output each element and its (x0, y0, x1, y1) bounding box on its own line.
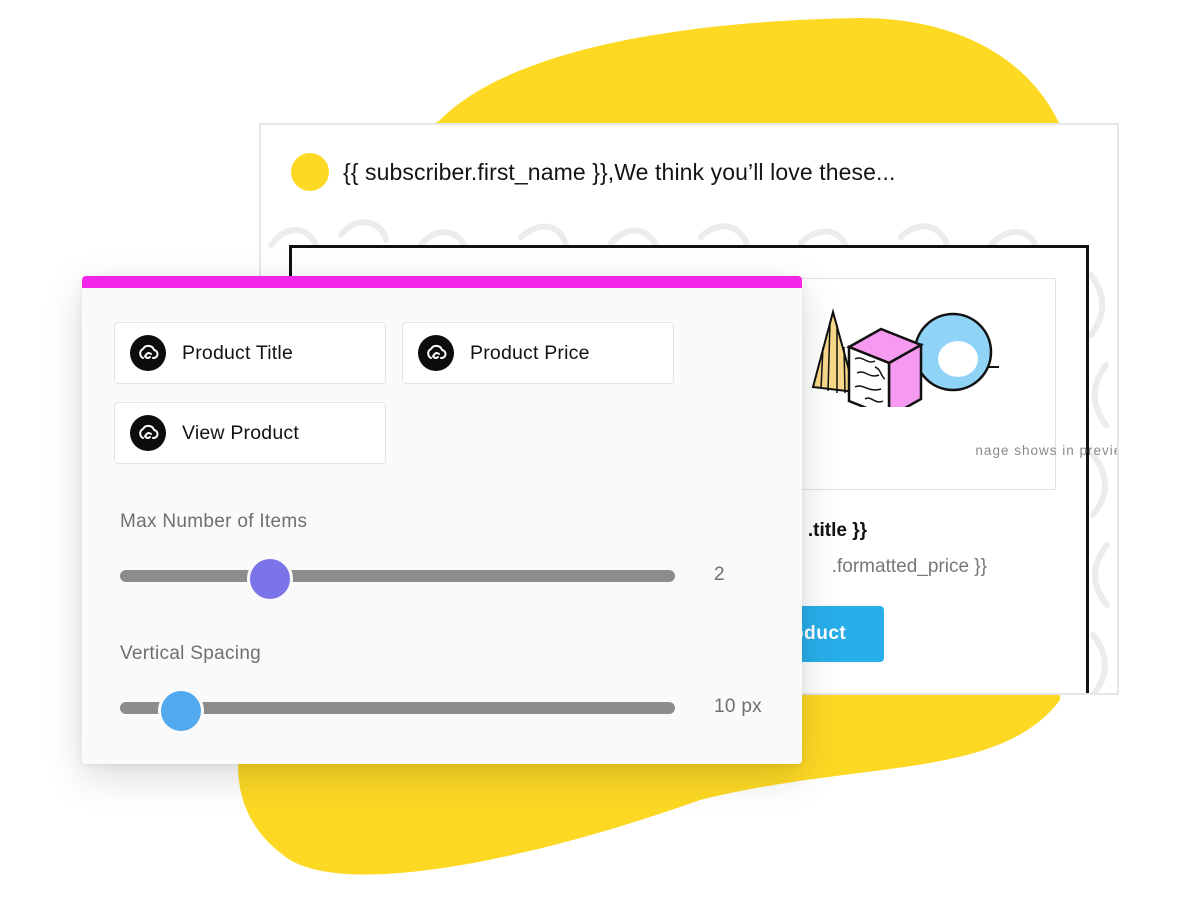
view-product-button[interactable]: View Product (114, 402, 386, 464)
max-items-slider-thumb[interactable] (246, 556, 293, 602)
vertical-spacing-slider[interactable] (120, 688, 675, 734)
max-items-value: 2 (714, 564, 725, 585)
view-product-label: View Product (182, 421, 299, 444)
email-header: {{ subscriber.first_name }},We think you… (291, 153, 895, 191)
vertical-spacing-value: 10 px (714, 696, 762, 717)
geometric-shapes-illustration (811, 308, 999, 407)
vertical-spacing-label: Vertical Spacing (120, 643, 262, 664)
product-block-settings-panel: Product Title Product Price View Product… (82, 276, 802, 764)
max-items-label: Max Number of Items (120, 511, 308, 532)
panel-accent-bar (82, 276, 802, 288)
product-title-label: Product Title (182, 341, 293, 364)
vertical-spacing-slider-thumb[interactable] (158, 688, 205, 734)
product-price-button[interactable]: Product Price (402, 322, 674, 384)
max-items-slider[interactable] (120, 556, 675, 602)
avatar (291, 153, 329, 191)
product-title-button[interactable]: Product Title (114, 322, 386, 384)
cloud-sync-icon (130, 415, 166, 451)
product-price-label: Product Price (470, 341, 590, 364)
cloud-sync-icon (130, 335, 166, 371)
cloud-sync-icon (418, 335, 454, 371)
email-greeting: {{ subscriber.first_name }},We think you… (343, 158, 896, 185)
